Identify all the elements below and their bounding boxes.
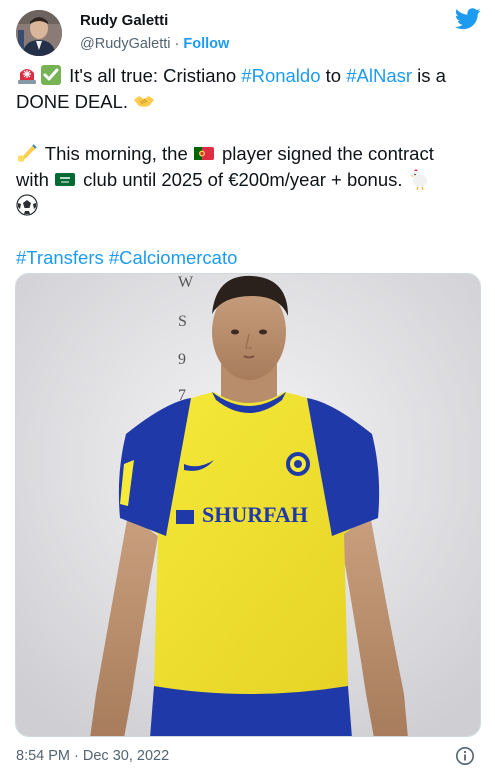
hashtag-calciomercato[interactable]: #Calciomercato	[109, 247, 238, 268]
portugal-flag-icon	[193, 147, 214, 160]
tweet-text: It's all true: Cristiano #Ronaldo to #Al…	[16, 63, 484, 271]
text-line-3-a: This morning, the	[40, 143, 193, 164]
shirt-sponsor: SHURFAH	[202, 502, 308, 527]
text-line-4-b: club until 2025 of €200m/year + bonus.	[78, 169, 408, 190]
text-line-1-a: It's all true: Cristiano	[64, 65, 242, 86]
saudi-arabia-flag-icon	[55, 173, 76, 186]
author-handle[interactable]: @RudyGaletti	[80, 36, 170, 52]
text-line-4: with club until 2025 of €200m/year + bon…	[16, 167, 484, 193]
wall-digit-1: W	[178, 274, 194, 291]
separator-dot: ·	[174, 36, 180, 52]
handshake-icon	[134, 96, 155, 107]
text-line-5	[16, 193, 484, 219]
text-line-6: #Transfers #Calciomercato	[16, 245, 484, 271]
text-line-2-a: DONE DEAL.	[16, 91, 134, 112]
hashtag-alnasr[interactable]: #AlNasr	[346, 65, 412, 86]
avatar[interactable]	[16, 10, 62, 56]
text-line-3: This morning, the player signed the cont…	[16, 141, 484, 167]
text-line-1: It's all true: Cristiano #Ronaldo to #Al…	[16, 63, 484, 89]
text-line-2: DONE DEAL.	[16, 89, 484, 115]
author-name[interactable]: Rudy Galetti	[80, 12, 168, 29]
hashtag-ronaldo[interactable]: #Ronaldo	[241, 65, 320, 86]
author-handle-row: @RudyGaletti · Follow	[80, 36, 229, 52]
text-line-1-b: to	[320, 65, 347, 86]
soccer-ball-icon	[16, 194, 38, 216]
player-photo: W S 9 7 SHURFAH	[16, 274, 480, 736]
tweet-photo[interactable]: W S 9 7 SHURFAH	[15, 273, 481, 737]
chicken-icon	[410, 169, 427, 190]
tweet-timestamp[interactable]: 8:54 PM · Dec 30, 2022	[16, 748, 169, 764]
text-line-3-b: player signed the contract	[216, 143, 434, 164]
wall-digit-2: S	[178, 313, 187, 330]
tweet-header: Rudy Galetti @RudyGaletti · Follow	[14, 8, 481, 56]
rotating-light-icon	[18, 69, 36, 84]
tweet-card: Rudy Galetti @RudyGaletti · Follow It's …	[0, 0, 495, 783]
text-line-4-a: with	[16, 169, 55, 190]
hashtag-transfers[interactable]: #Transfers	[16, 247, 104, 268]
text-line-1-c: is a	[412, 65, 446, 86]
twitter-bird-icon[interactable]	[455, 8, 481, 30]
wall-digit-3: 9	[178, 351, 186, 368]
writing-hand-icon	[18, 144, 37, 162]
follow-button[interactable]: Follow	[183, 36, 229, 52]
check-mark-button-icon	[41, 65, 61, 85]
info-icon[interactable]	[455, 746, 475, 766]
